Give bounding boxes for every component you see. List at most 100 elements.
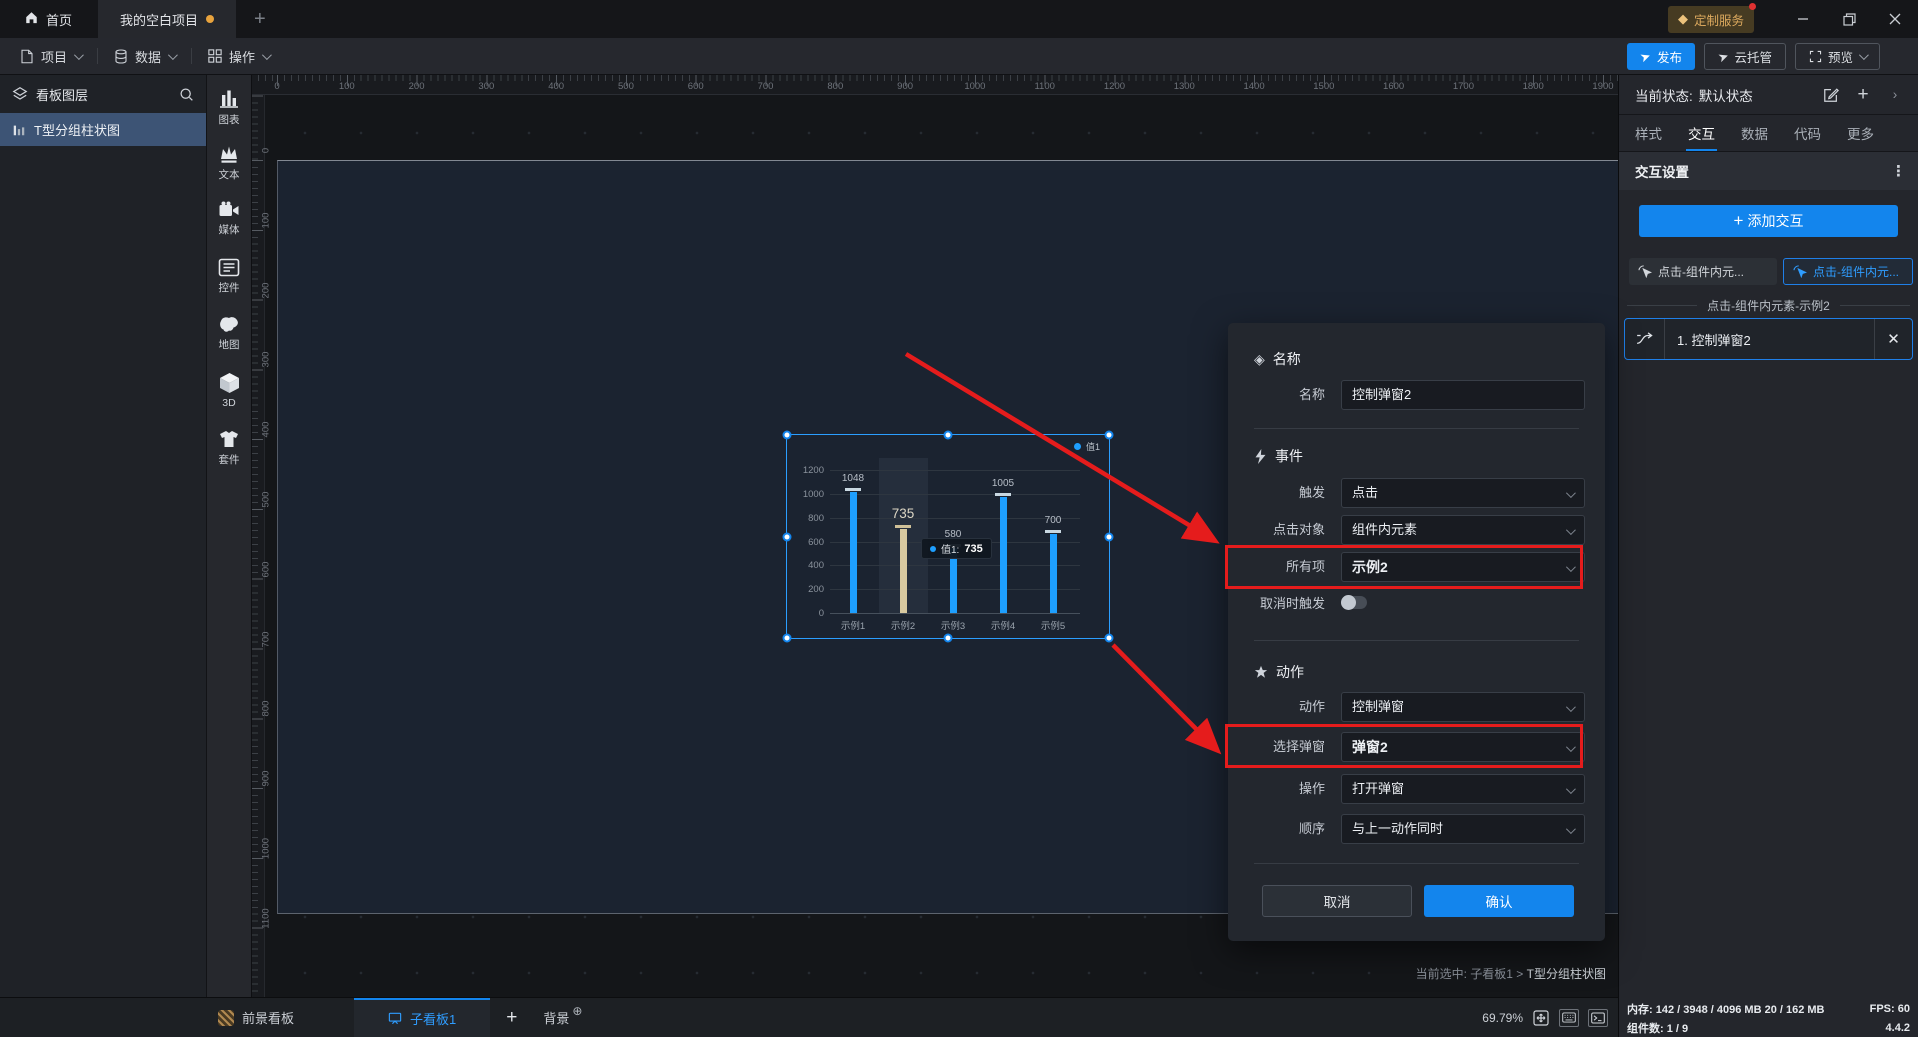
add-interaction-button[interactable]: + 添加交互: [1639, 205, 1898, 237]
tab-style[interactable]: 样式: [1635, 115, 1662, 151]
project-tab[interactable]: 我的空白项目: [98, 0, 236, 38]
bar-示例1[interactable]: [850, 492, 857, 613]
keyboard-shortcuts-icon[interactable]: [1559, 1009, 1579, 1027]
bar-cap[interactable]: [845, 488, 861, 491]
asset-category-3D[interactable]: 3D: [207, 360, 251, 417]
name-section-icon: ◈: [1254, 351, 1265, 368]
project-tab-label: 我的空白项目: [120, 10, 198, 29]
trigger-select[interactable]: 点击: [1341, 478, 1585, 508]
cloud-hosting-button[interactable]: ➤云托管: [1704, 43, 1786, 70]
menu-project-label: 项目: [41, 47, 67, 66]
home-label: 首页: [46, 10, 72, 29]
subboard-tab-active[interactable]: 子看板1: [354, 998, 490, 1037]
kit-icon: [218, 429, 240, 449]
menu-operate[interactable]: 操作: [192, 38, 285, 74]
h-ruler-label: 400: [548, 81, 564, 92]
publish-button[interactable]: ➤发布: [1627, 43, 1695, 70]
h-ruler-label: 800: [827, 81, 843, 92]
bar-cap[interactable]: [1045, 530, 1061, 533]
edit-icon[interactable]: [1818, 82, 1844, 108]
maximize-button[interactable]: [1826, 0, 1872, 38]
fit-screen-icon[interactable]: [1532, 1009, 1550, 1027]
asset-category-控件[interactable]: 控件: [207, 246, 251, 303]
resize-handle-n[interactable]: [944, 431, 953, 440]
h-ruler-label: 500: [618, 81, 634, 92]
interaction-group-title: 点击-组件内元素-示例2: [1627, 297, 1910, 314]
asset-category-图表[interactable]: 图表: [207, 75, 251, 132]
interaction-chip-2[interactable]: 点击-组件内元...: [1783, 258, 1913, 285]
h-ruler-label: 1300: [1174, 81, 1195, 92]
plus-icon: +: [1734, 211, 1744, 231]
foreground-board-tab[interactable]: 前景看板: [198, 998, 314, 1037]
layers-icon: [12, 86, 28, 102]
tab-data[interactable]: 数据: [1741, 115, 1768, 151]
asset-label: 文本: [219, 167, 240, 182]
lightning-icon: [1254, 449, 1267, 464]
tooltip-dot: [930, 546, 936, 552]
cancel-trigger-toggle[interactable]: [1341, 596, 1367, 609]
h-ruler-label: 300: [478, 81, 494, 92]
x-axis-label: 示例5: [1023, 618, 1083, 632]
chart-plot: 0200400600800100012001048示例1735示例2580示例3…: [787, 435, 1109, 638]
v-ruler-label: 1000: [261, 833, 272, 863]
layer-item-chart[interactable]: T型分组柱状图: [0, 113, 206, 146]
bar-示例4[interactable]: [1000, 497, 1007, 613]
chevron-down-icon: [1566, 702, 1576, 712]
menu-data[interactable]: 数据: [98, 38, 191, 74]
menu-project[interactable]: 项目: [0, 38, 97, 74]
name-field-label: 名称: [1228, 380, 1325, 410]
bar-示例5[interactable]: [1050, 534, 1057, 613]
add-state-icon[interactable]: +: [1850, 82, 1876, 108]
minimize-button[interactable]: [1780, 0, 1826, 38]
bar-cap[interactable]: [895, 525, 911, 528]
custom-service-button[interactable]: ◆ 定制服务: [1668, 6, 1754, 33]
new-tab-button[interactable]: +: [236, 0, 284, 38]
operation-select[interactable]: 打开弹窗: [1341, 774, 1585, 804]
tab-interaction[interactable]: 交互: [1688, 115, 1715, 151]
action-select[interactable]: 控制弹窗: [1341, 692, 1585, 722]
resize-handle-sw[interactable]: [783, 634, 792, 643]
more-options-icon[interactable]: ⋮: [1891, 162, 1906, 180]
h-ruler-label: 0: [274, 81, 279, 92]
remove-action-icon[interactable]: ✕: [1874, 319, 1912, 359]
preview-button[interactable]: 预览: [1795, 43, 1880, 70]
add-board-button[interactable]: +: [490, 1007, 533, 1029]
interaction-chip-1[interactable]: 点击-组件内元...: [1629, 258, 1777, 285]
star-icon: [1254, 665, 1268, 679]
asset-category-地图[interactable]: 地图: [207, 303, 251, 360]
asset-category-媒体[interactable]: 媒体: [207, 189, 251, 246]
bottom-bar: 前景看板 子看板1 + 背景 ⊕ 69.79%: [0, 997, 1618, 1037]
y-axis-label: 800: [787, 513, 824, 524]
resize-handle-e[interactable]: [1105, 532, 1114, 541]
tab-code[interactable]: 代码: [1794, 115, 1821, 151]
search-icon[interactable]: [179, 87, 194, 102]
action-item-row[interactable]: 1. 控制弹窗2 ✕: [1624, 318, 1913, 360]
console-icon[interactable]: [1588, 1009, 1608, 1027]
chevron-down-icon: [1566, 824, 1576, 834]
confirm-button[interactable]: 确认: [1424, 885, 1574, 917]
resize-handle-ne[interactable]: [1105, 431, 1114, 440]
name-input[interactable]: 控制弹窗2: [1341, 380, 1585, 410]
resize-handle-s[interactable]: [944, 634, 953, 643]
chevron-down-icon: [74, 50, 84, 60]
chart-component[interactable]: 值1 0200400600800100012001048示例1735示例2580…: [787, 435, 1109, 638]
y-axis-label: 400: [787, 560, 824, 571]
click-target-select[interactable]: 组件内元素: [1341, 515, 1585, 545]
bar-cap[interactable]: [995, 493, 1011, 496]
resize-handle-w[interactable]: [783, 532, 792, 541]
resize-handle-se[interactable]: [1105, 634, 1114, 643]
background-tab[interactable]: 背景 ⊕: [533, 1008, 592, 1027]
bar-示例2[interactable]: [900, 529, 907, 613]
asset-category-套件[interactable]: 套件: [207, 417, 251, 474]
close-button[interactable]: [1872, 0, 1918, 38]
order-select[interactable]: 与上一动作同时: [1341, 814, 1585, 844]
collapse-panel-icon[interactable]: ›: [1882, 82, 1908, 108]
asset-category-文本[interactable]: 文本: [207, 132, 251, 189]
zoom-level[interactable]: 69.79%: [1482, 1011, 1523, 1025]
tab-more[interactable]: 更多: [1847, 115, 1874, 151]
v-ruler-label: 800: [261, 694, 272, 724]
click-cursor-icon: [1793, 265, 1807, 278]
cancel-button[interactable]: 取消: [1262, 885, 1412, 917]
home-tab[interactable]: 首页: [0, 0, 98, 38]
resize-handle-nw[interactable]: [783, 431, 792, 440]
